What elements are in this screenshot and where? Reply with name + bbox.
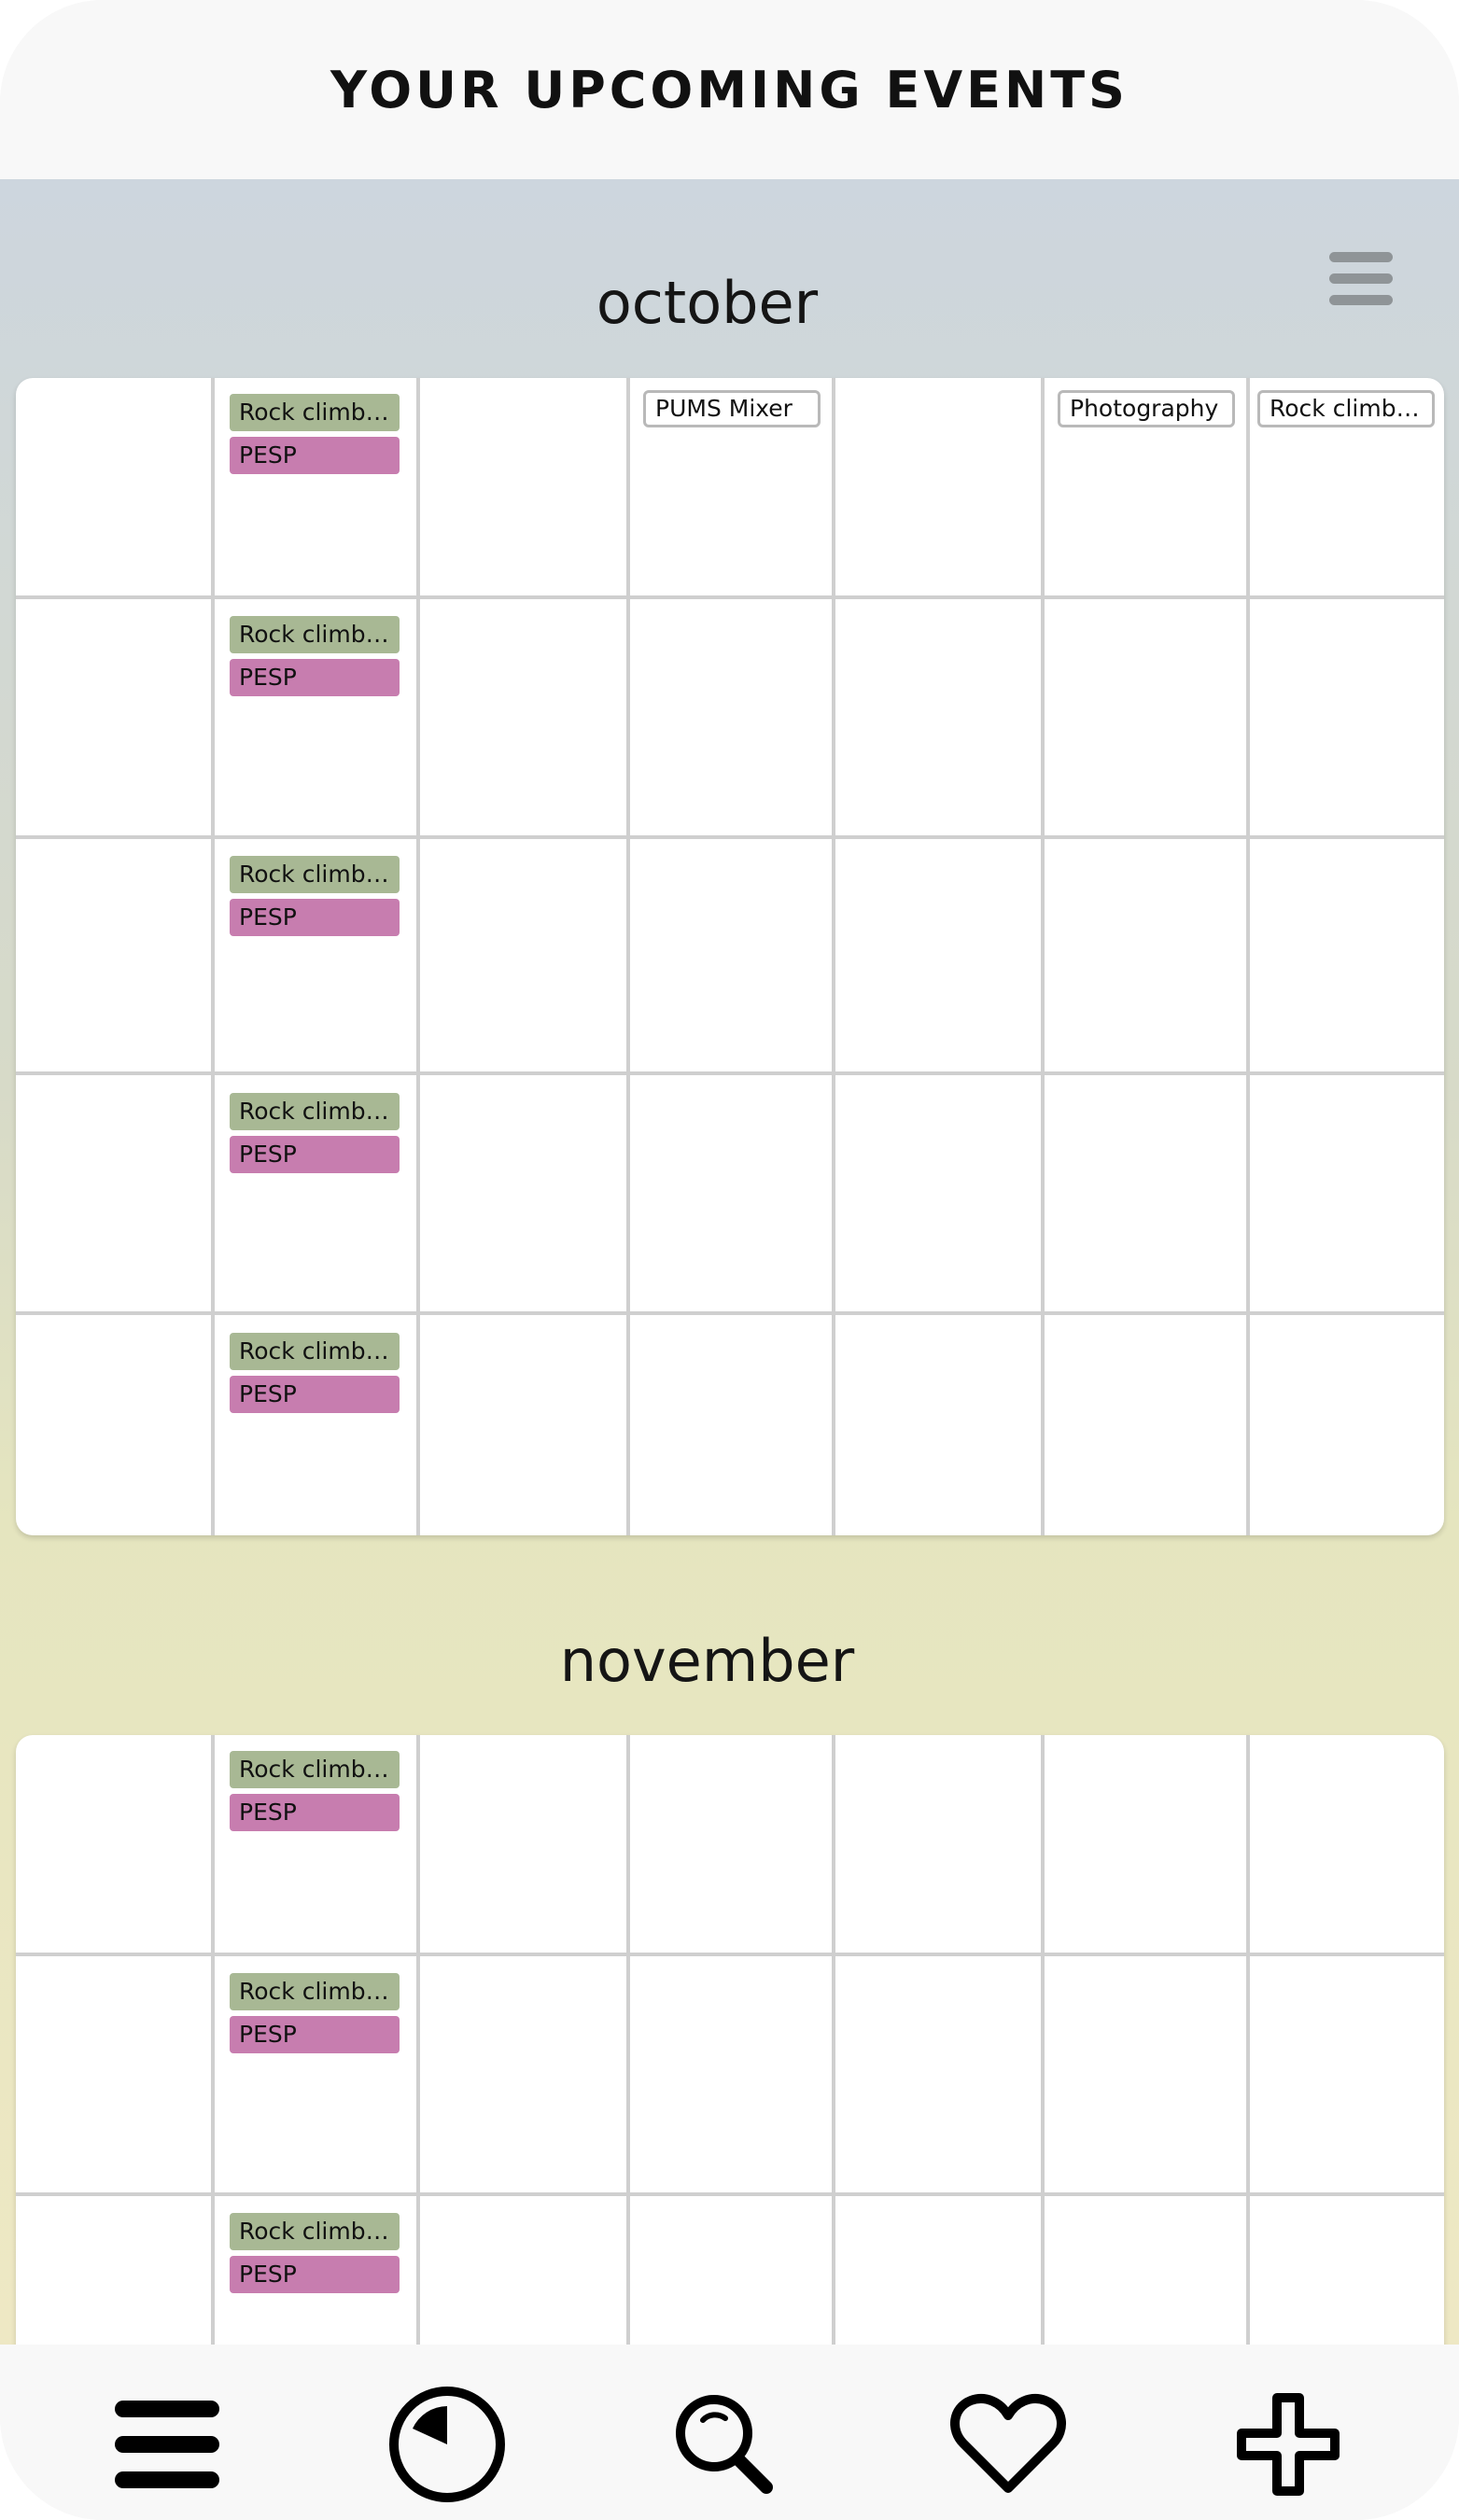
event-chip-pums-mixer[interactable]: PUMS Mixer — [643, 390, 821, 427]
header: YOUR UPCOMING EVENTS — [0, 0, 1459, 179]
search-icon[interactable] — [663, 2384, 784, 2505]
event-chip-rock-climbing[interactable]: Rock climbing — [230, 2213, 400, 2250]
november-calendar-grid: Rock climbing PESP Rock climbing PESP Ro… — [16, 1735, 1444, 2345]
event-chip-pesp[interactable]: PESP — [230, 1376, 400, 1413]
event-chip-rock-climbing[interactable]: Rock climbing — [230, 856, 400, 893]
heart-icon[interactable] — [947, 2384, 1069, 2505]
calendar-scroll-area[interactable]: october Rock climbing PESP PUMS Mixer Ph… — [0, 179, 1459, 2345]
clock-icon[interactable] — [386, 2384, 508, 2505]
event-chip-rock-climbing[interactable]: Rock climbing — [230, 1333, 400, 1370]
page-title: YOUR UPCOMING EVENTS — [330, 60, 1129, 119]
event-chip-rock-climbing[interactable]: Rock climbing — [230, 616, 400, 653]
event-chip-pesp[interactable]: PESP — [230, 899, 400, 936]
event-chip-rock-climbing[interactable]: Rock climbing — [230, 394, 400, 431]
october-calendar-grid: Rock climbing PESP PUMS Mixer Photograph… — [16, 378, 1444, 1535]
event-chip-rock-climbing[interactable]: Rock climbing — [230, 1973, 400, 2010]
event-chip-photography[interactable]: Photography — [1058, 390, 1235, 427]
event-chip-pesp[interactable]: PESP — [230, 437, 400, 474]
event-chip-pesp[interactable]: PESP — [230, 2256, 400, 2293]
menu-icon[interactable] — [106, 2384, 228, 2505]
event-chip-pesp[interactable]: PESP — [230, 2016, 400, 2053]
event-chip-pesp[interactable]: PESP — [230, 1136, 400, 1173]
event-chip-rock-climbing-outline[interactable]: Rock climbing — [1257, 390, 1435, 427]
plus-icon[interactable] — [1228, 2384, 1349, 2505]
event-chip-pesp[interactable]: PESP — [230, 659, 400, 696]
month-title-november: november — [559, 1627, 855, 1695]
bottom-nav-bar — [0, 2345, 1459, 2520]
app-screen: YOUR UPCOMING EVENTS october Rock climbi… — [0, 0, 1459, 2520]
event-chip-rock-climbing[interactable]: Rock climbing — [230, 1093, 400, 1130]
event-chip-pesp[interactable]: PESP — [230, 1794, 400, 1831]
event-chip-rock-climbing[interactable]: Rock climbing — [230, 1751, 400, 1788]
month-title-october: october — [596, 269, 819, 337]
